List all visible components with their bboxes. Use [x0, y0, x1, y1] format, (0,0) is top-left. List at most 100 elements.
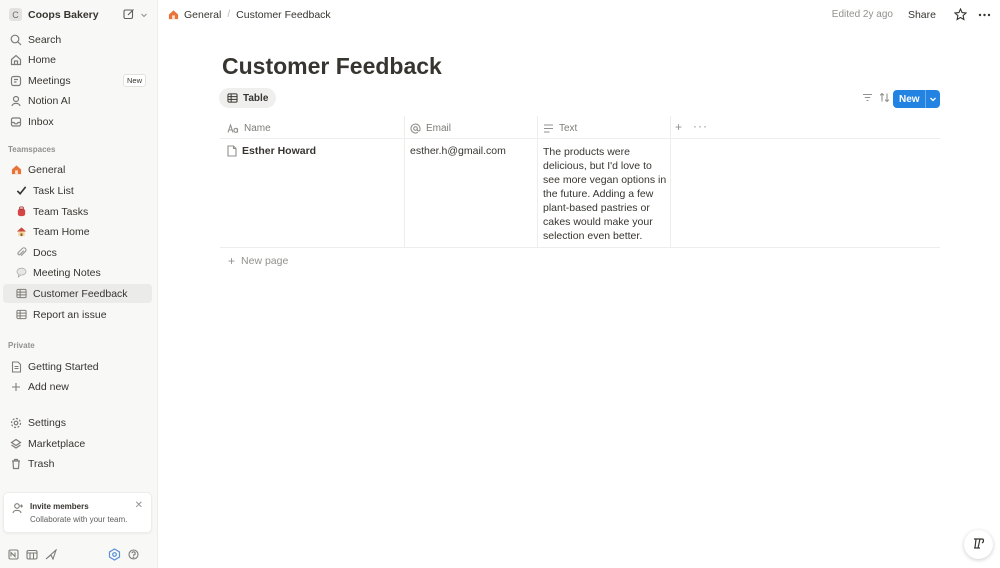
edited-timestamp: Edited 2y ago — [831, 9, 893, 20]
house-emoji-icon — [14, 225, 28, 239]
table-row-name-cell[interactable]: Esther Howard — [227, 145, 316, 157]
sidebar-item-label: Docs — [33, 246, 57, 259]
sidebar-item-add-new[interactable]: Add new — [3, 377, 152, 396]
chevron-down-icon[interactable] — [925, 90, 940, 108]
sidebar-item-label: Meeting Notes — [33, 266, 101, 279]
sidebar-item-label: Settings — [28, 416, 66, 429]
add-property-icon[interactable]: + — [675, 120, 682, 134]
column-header-label: Name — [244, 122, 271, 134]
breadcrumb-item-general[interactable]: General — [184, 9, 221, 21]
table-row-email-cell[interactable]: esther.h@gmail.com — [410, 145, 506, 157]
sidebar-item-label: Team Home — [33, 225, 90, 238]
sort-icon[interactable] — [879, 92, 890, 103]
sidebar-item-meeting-notes[interactable]: Meeting Notes — [3, 263, 152, 282]
tab-table-view[interactable]: Table — [219, 88, 277, 108]
row-name-value: Esther Howard — [242, 145, 317, 157]
new-page-label: New page — [241, 255, 289, 267]
plus-icon: + — [228, 254, 236, 268]
sidebar-item-label: Add new — [28, 380, 69, 393]
sidebar-item-label: Task List — [33, 184, 74, 197]
plus-icon — [9, 380, 23, 394]
notion-mail-icon[interactable] — [8, 548, 19, 560]
sidebar-item-team-tasks[interactable]: Team Tasks — [3, 202, 152, 221]
new-badge: New — [122, 74, 146, 87]
sidebar-item-inbox[interactable]: Inbox — [3, 112, 152, 131]
house-emoji-icon — [168, 9, 179, 20]
sidebar-item-team-home[interactable]: Team Home — [3, 222, 152, 241]
checkmark-emoji-icon — [14, 184, 28, 198]
text-lines-icon — [543, 123, 554, 133]
sidebar-item-docs[interactable]: Docs — [3, 243, 152, 262]
search-icon — [9, 33, 23, 47]
invite-title: Invite members — [30, 502, 89, 511]
column-divider — [670, 116, 671, 248]
notion-ai-assistant-button[interactable] — [964, 530, 993, 559]
more-options-icon[interactable] — [978, 13, 991, 17]
invite-members-card[interactable]: Invite members Collaborate with your tea… — [3, 492, 152, 533]
meetings-icon — [9, 74, 23, 88]
sidebar-item-label: Inbox — [28, 115, 54, 128]
sidebar-item-getting-started[interactable]: Getting Started — [3, 357, 152, 376]
column-header-name[interactable]: Name — [227, 118, 271, 138]
connections-icon[interactable] — [108, 547, 121, 561]
column-header-text[interactable]: Text — [543, 118, 577, 138]
calendar-icon[interactable] — [26, 549, 38, 560]
help-icon[interactable] — [128, 548, 139, 560]
table-icon — [14, 287, 28, 301]
star-icon[interactable] — [954, 8, 967, 21]
send-icon[interactable] — [45, 548, 57, 560]
sidebar-item-label: Trash — [28, 457, 55, 470]
teamspaces-heading: Teamspaces — [8, 145, 56, 154]
breadcrumb: General / Customer Feedback — [168, 9, 331, 21]
breadcrumb-item-customer-feedback[interactable]: Customer Feedback — [236, 9, 331, 21]
sidebar-item-customer-feedback[interactable]: Customer Feedback — [3, 284, 152, 303]
tab-label: Table — [243, 92, 269, 104]
sidebar-item-label: Team Tasks — [33, 205, 89, 218]
notion-ai-face-icon — [971, 535, 987, 554]
sidebar-item-task-list[interactable]: Task List — [3, 181, 152, 200]
sidebar-item-notion-ai[interactable]: Notion AI — [3, 91, 152, 110]
close-icon[interactable]: ✕ — [135, 500, 143, 511]
filter-icon[interactable] — [862, 92, 873, 103]
sidebar-item-marketplace[interactable]: Marketplace — [3, 434, 152, 453]
new-page-compose-icon[interactable] — [123, 8, 135, 23]
sidebar-item-label: Notion AI — [28, 94, 71, 107]
house-emoji-icon — [9, 163, 23, 177]
invite-members-icon — [12, 502, 24, 517]
paperclip-emoji-icon — [14, 246, 28, 260]
home-icon — [9, 53, 23, 67]
sidebar-item-trash[interactable]: Trash — [3, 454, 152, 473]
sidebar-item-search[interactable]: Search — [3, 30, 152, 49]
new-button-label: New — [899, 93, 920, 105]
gear-icon — [9, 416, 23, 430]
column-header-email[interactable]: Email — [410, 118, 451, 138]
column-header-label: Email — [426, 122, 452, 134]
share-button[interactable]: Share — [908, 9, 936, 21]
more-options-icon[interactable]: ··· — [693, 119, 708, 133]
sidebar-item-general[interactable]: General — [3, 160, 152, 179]
sidebar-item-settings[interactable]: Settings — [3, 413, 152, 432]
sidebar-item-label: General — [28, 163, 66, 176]
sidebar-item-meetings[interactable]: Meetings New — [3, 71, 152, 90]
column-divider — [404, 116, 405, 248]
chevron-down-icon[interactable] — [140, 10, 148, 22]
sidebar-item-label: Getting Started — [28, 360, 99, 373]
breadcrumb-separator: / — [227, 9, 231, 20]
inbox-icon — [9, 115, 23, 129]
new-record-button[interactable]: New — [893, 90, 940, 108]
workspace-name: Coops Bakery — [28, 8, 99, 21]
sidebar-item-home[interactable]: Home — [3, 50, 152, 69]
marketplace-icon — [9, 437, 23, 451]
column-divider — [537, 116, 538, 248]
table-row-divider — [220, 247, 940, 248]
new-page-button[interactable]: + New page — [228, 254, 288, 268]
topbar: General / Customer Feedback Edited 2y ag… — [159, 0, 1000, 29]
sidebar-item-label: Meetings — [28, 74, 71, 87]
at-sign-icon — [410, 122, 421, 134]
table-row-text-cell[interactable]: The products were delicious, but I'd lov… — [543, 145, 667, 243]
table-header-divider — [220, 138, 940, 139]
sidebar-item-label: Home — [28, 53, 57, 66]
sidebar-item-report-an-issue[interactable]: Report an issue — [3, 305, 152, 324]
column-header-label: Text — [559, 122, 578, 134]
page-icon — [227, 145, 237, 157]
